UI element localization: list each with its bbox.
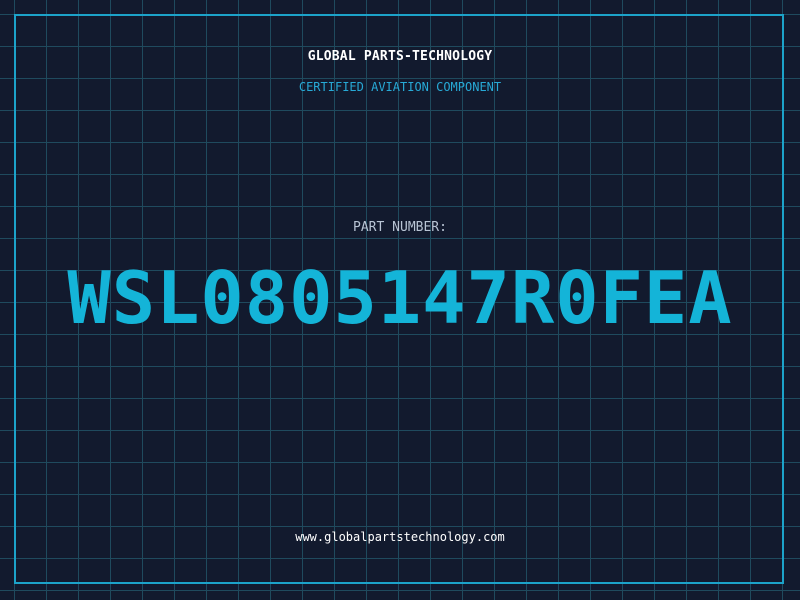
certificate-page: GLOBAL PARTS-TECHNOLOGY CERTIFIED AVIATI…	[0, 0, 800, 600]
company-name: GLOBAL PARTS-TECHNOLOGY	[307, 49, 493, 64]
website-url[interactable]: www.globalpartstechnology.com	[0, 530, 800, 544]
part-number-label: PART NUMBER:	[353, 220, 447, 235]
part-number-value: WSL0805147R0FEA	[67, 256, 733, 340]
certification-subtitle: CERTIFIED AVIATION COMPONENT	[298, 80, 502, 94]
